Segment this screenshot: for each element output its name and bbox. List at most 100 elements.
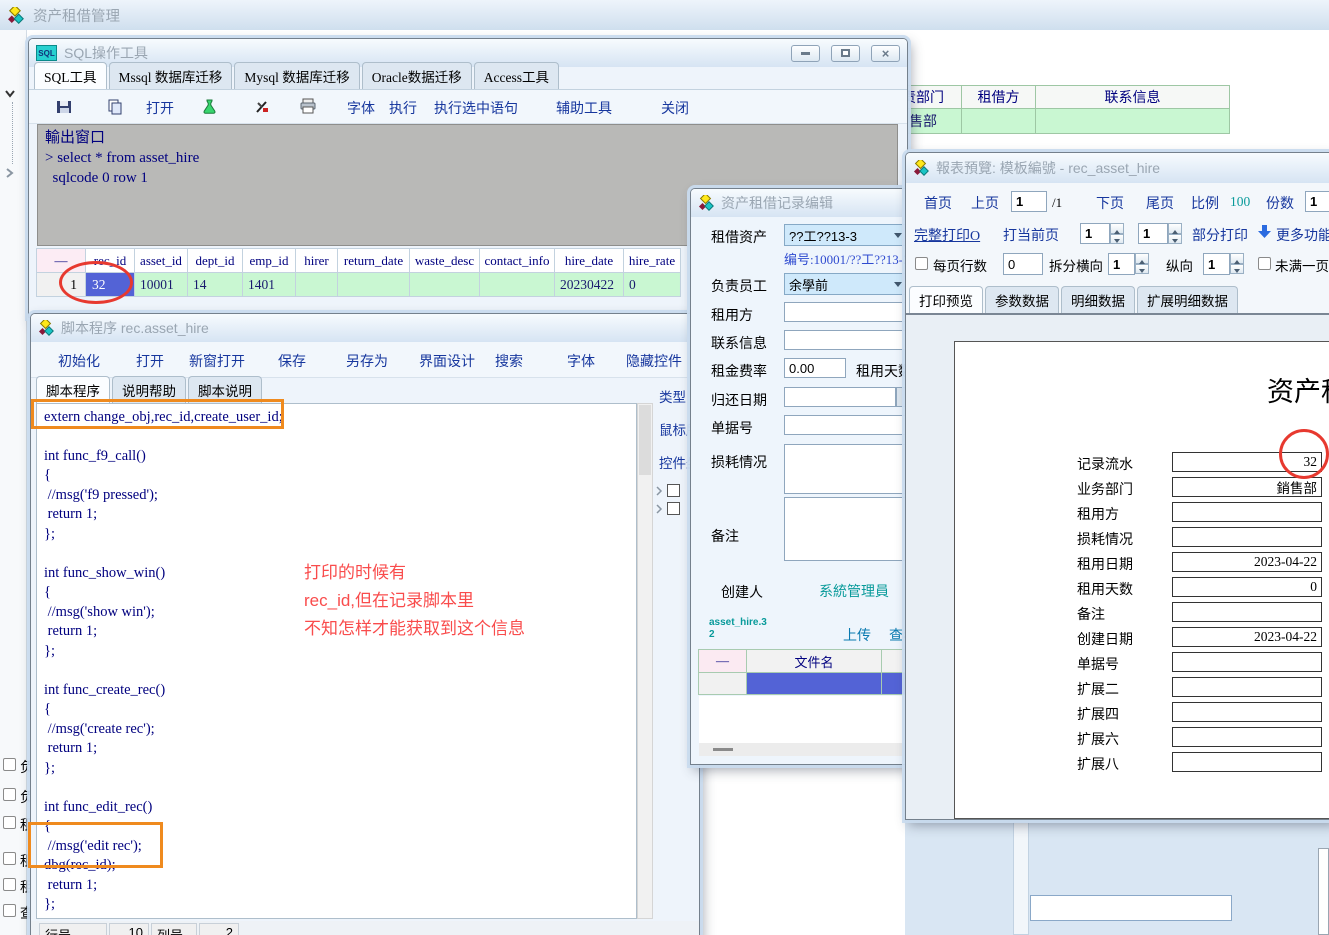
font-button[interactable]: 字体 (567, 351, 595, 371)
tree-checkbox[interactable] (667, 502, 680, 515)
run-selected-button[interactable]: 执行选中语句 (434, 98, 518, 118)
grid-header[interactable]: dept_id (187, 248, 243, 273)
hide-controls-button[interactable]: 隐藏控件 (626, 351, 682, 371)
tree-expand-icon[interactable] (655, 504, 663, 514)
left-checkbox-2[interactable] (3, 788, 16, 801)
partial-print-button[interactable]: 部分打印 (1192, 225, 1248, 245)
printer-icon[interactable] (299, 98, 318, 118)
rate-input[interactable]: 0.00 (784, 358, 846, 378)
print-from-input[interactable]: 1 (1080, 223, 1110, 244)
font-button[interactable]: 字体 (347, 98, 375, 118)
return-date-cell[interactable] (337, 272, 410, 297)
last-page-button[interactable]: 尾页 (1146, 193, 1174, 213)
first-page-button[interactable]: 首页 (924, 193, 952, 213)
copies-input[interactable]: 1 (1305, 191, 1329, 212)
print-to-input[interactable]: 1 (1138, 223, 1168, 244)
scale-label[interactable]: 比例 (1191, 193, 1219, 213)
split-v-spinner[interactable] (1230, 253, 1244, 274)
ui-design-button[interactable]: 界面设计 (419, 351, 475, 371)
file-row-name-selected[interactable] (746, 672, 882, 695)
employee-combobox[interactable]: 余學前 (784, 273, 906, 295)
split-h-spinner[interactable] (1135, 253, 1149, 274)
tab-parameter-data[interactable]: 参数数据 (985, 286, 1059, 313)
vertical-scrollbar[interactable] (1013, 822, 1029, 935)
hirer-input[interactable] (784, 302, 906, 322)
open-new-window-button[interactable]: 新窗打开 (189, 351, 245, 371)
collapse-right-icon[interactable] (5, 166, 14, 182)
return-date-input[interactable] (784, 387, 896, 407)
cut-icon[interactable] (254, 99, 270, 118)
split-v-input[interactable]: 1 (1203, 253, 1230, 275)
open-button[interactable]: 打开 (146, 98, 174, 118)
emp-id-cell[interactable]: 1401 (242, 272, 296, 297)
waste-desc-cell[interactable] (409, 272, 480, 297)
maximize-button[interactable] (831, 45, 860, 62)
hire-date-cell[interactable]: 20230422 (554, 272, 624, 297)
hirer-cell[interactable] (295, 272, 338, 297)
grid-header[interactable]: asset_id (134, 248, 188, 273)
split-h-input[interactable]: 1 (1108, 253, 1135, 275)
collapse-down-icon[interactable] (4, 85, 16, 101)
more-functions-button[interactable]: 更多功能 (1276, 225, 1329, 245)
report-window-titlebar[interactable]: 報表預覽: 模板編號 - rec_asset_hire (906, 153, 1329, 183)
tab-sql-tool[interactable]: SQL工具 (34, 62, 107, 89)
left-checkbox-4[interactable] (3, 852, 16, 865)
save-icon[interactable] (56, 99, 73, 118)
grid-header[interactable]: emp_id (242, 248, 296, 273)
rows-per-page-checkbox[interactable] (915, 257, 928, 270)
full-print-button[interactable]: 完整打印O (914, 225, 980, 245)
close-tool-button[interactable]: 关闭 (661, 98, 689, 118)
chevron-down-icon[interactable] (894, 282, 902, 291)
bg-grid-cell[interactable] (961, 108, 1036, 134)
tree-checkbox[interactable] (667, 484, 680, 497)
waste-textarea[interactable] (784, 444, 908, 494)
grid-header[interactable]: return_date (337, 248, 410, 273)
tab-mysql-migrate[interactable]: Mysql 数据库迁移 (234, 62, 359, 89)
grid-header[interactable]: hirer (295, 248, 338, 273)
doc-no-input[interactable] (784, 415, 906, 435)
asset-combobox[interactable]: ??工??13-3 (784, 224, 906, 246)
tab-mssql-migrate[interactable]: Mssql 数据库迁移 (109, 62, 233, 89)
scrollbar-thumb[interactable] (639, 405, 651, 475)
tree-expand-icon[interactable] (655, 486, 663, 496)
left-checkbox-1[interactable] (3, 758, 16, 771)
print-to-spinner[interactable] (1168, 223, 1182, 244)
contact-info-cell[interactable] (479, 272, 555, 297)
left-checkbox-5[interactable] (3, 878, 16, 891)
grid-header[interactable]: waste_desc (409, 248, 480, 273)
save-button[interactable]: 保存 (278, 351, 306, 371)
bg-grid-cell[interactable] (1035, 108, 1230, 134)
hire-rate-cell[interactable]: 0 (623, 272, 681, 297)
tab-print-preview[interactable]: 打印预览 (909, 286, 983, 313)
splitter-dotted-line[interactable] (12, 102, 13, 164)
search-button[interactable]: 搜索 (495, 351, 523, 371)
background-input[interactable] (1030, 895, 1232, 921)
save-as-button[interactable]: 另存为 (346, 351, 388, 371)
upload-link[interactable]: 上传 (843, 625, 871, 645)
prev-page-button[interactable]: 上页 (971, 193, 999, 213)
minimize-button[interactable] (791, 45, 820, 62)
close-button[interactable]: × (871, 45, 900, 62)
note-textarea[interactable] (784, 497, 908, 561)
file-row-index[interactable] (698, 672, 747, 695)
grid-header[interactable]: hire_date (554, 248, 624, 273)
asset-id-cell[interactable]: 10001 (134, 272, 188, 297)
grid-header[interactable]: hire_rate (623, 248, 681, 273)
grid-data-row[interactable]: 1 32 10001 14 1401 20230422 0 (37, 272, 681, 297)
chevron-down-icon[interactable] (894, 233, 902, 242)
hscroll-thumb[interactable] (713, 748, 733, 751)
tab-access-tool[interactable]: Access工具 (474, 62, 559, 89)
rows-per-page-input[interactable]: 0 (1003, 253, 1043, 275)
grid-header[interactable]: contact_info (479, 248, 555, 273)
tab-oracle-migrate[interactable]: Oracle数据迁移 (362, 62, 472, 89)
helper-tools-button[interactable]: 辅助工具 (556, 98, 612, 118)
left-checkbox-6[interactable] (3, 904, 16, 917)
left-checkbox-3[interactable] (3, 816, 16, 829)
open-button[interactable]: 打开 (136, 351, 164, 371)
dept-id-cell[interactable]: 14 (187, 272, 243, 297)
init-button[interactable]: 初始化 (58, 351, 100, 371)
contact-input[interactable] (784, 330, 906, 350)
next-page-button[interactable]: 下页 (1096, 193, 1124, 213)
copy-icon[interactable] (107, 99, 124, 118)
run-button[interactable]: 执行 (389, 98, 417, 118)
